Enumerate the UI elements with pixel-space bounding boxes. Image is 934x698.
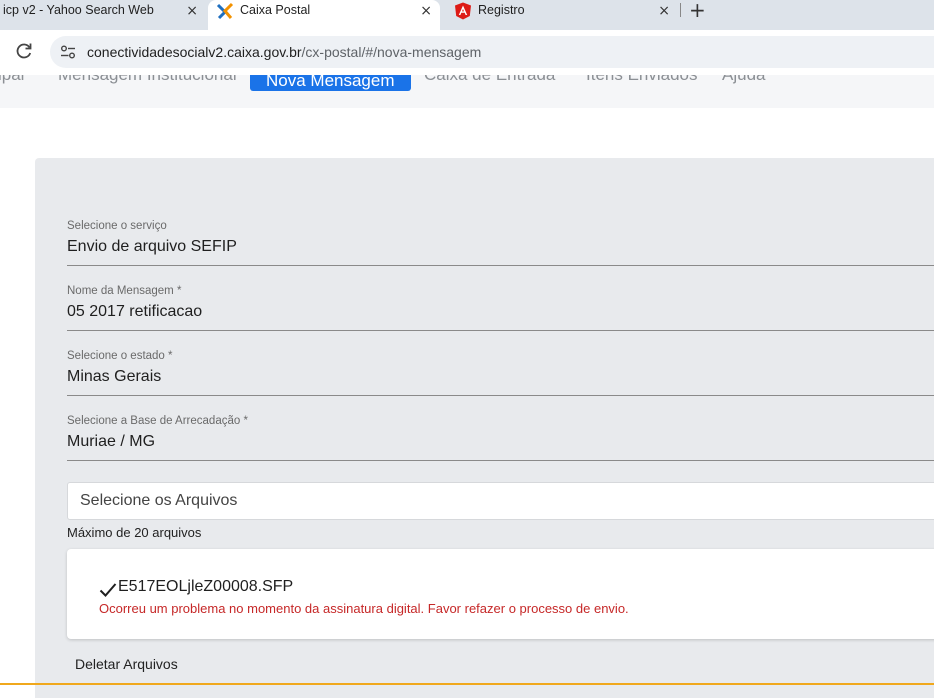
nav-item-nova-mensagem[interactable]: Nova Mensagem: [250, 75, 411, 91]
file-select-placeholder: Selecione os Arquivos: [80, 492, 238, 509]
new-tab-icon[interactable]: +: [689, 0, 706, 22]
address-bar[interactable]: conectividadesocialv2.caixa.gov.br/cx-po…: [50, 36, 934, 68]
delete-files-button[interactable]: Deletar Arquivos: [67, 654, 186, 674]
tab-close-icon[interactable]: ×: [658, 0, 670, 22]
state-value: Minas Gerais: [67, 368, 162, 385]
url-host: conectividadesocialv2.caixa.gov.br: [87, 44, 302, 60]
nav-item-ajuda[interactable]: Ajuda: [722, 75, 765, 85]
url-path: /cx-postal/#/nova-mensagem: [301, 44, 482, 60]
site-nav: ipal Mensagem Institucional Nova Mensage…: [0, 75, 934, 108]
new-message-panel: Selecione o serviço Envio de arquivo SEF…: [35, 158, 934, 698]
file-select-input[interactable]: Selecione os Arquivos: [67, 482, 934, 520]
reload-icon[interactable]: [14, 41, 34, 61]
angular-logo-icon: [455, 2, 471, 20]
state-label: Selecione o estado *: [67, 350, 173, 362]
tab-title: Registro: [478, 3, 525, 17]
file-list-card: E517EOLjleZ00008.SFP Ocorreu um problema…: [67, 549, 934, 639]
message-name-field[interactable]: Nome da Mensagem * 05 2017 retificacao: [67, 285, 934, 331]
file-name: E517EOLjleZ00008.SFP: [118, 578, 294, 595]
message-name-label: Nome da Mensagem *: [67, 285, 182, 297]
nav-item-itens-enviados[interactable]: Itens Enviados: [586, 75, 698, 85]
base-select[interactable]: Selecione a Base de Arrecadação * Muriae…: [67, 415, 934, 461]
base-value: Muriae / MG: [67, 433, 156, 450]
check-icon: [99, 583, 117, 597]
caixa-logo-icon: [216, 2, 234, 20]
tab-close-icon[interactable]: ×: [420, 0, 432, 22]
service-label: Selecione o serviço: [67, 220, 167, 232]
tab-title: icp v2 - Yahoo Search Web: [3, 3, 154, 17]
nav-item-caixa-de-entrada[interactable]: Caixa de Entrada: [424, 75, 555, 85]
service-select[interactable]: Selecione o serviço Envio de arquivo SEF…: [67, 220, 934, 266]
tab-title: Caixa Postal: [240, 3, 311, 17]
url-text: conectividadesocialv2.caixa.gov.br/cx-po…: [87, 44, 481, 60]
max-files-note: Máximo de 20 arquivos: [67, 525, 202, 540]
service-value: Envio de arquivo SEFIP: [67, 238, 237, 255]
file-error-message: Ocorreu um problema no momento da assina…: [99, 601, 629, 616]
nav-item-inicio[interactable]: ipal: [0, 75, 24, 85]
tab-separator: [680, 3, 681, 17]
state-select[interactable]: Selecione o estado * Minas Gerais: [67, 350, 934, 396]
tab-close-icon[interactable]: ×: [186, 0, 198, 22]
nav-item-mensagem-institucional[interactable]: Mensagem Institucional: [58, 75, 237, 85]
base-label: Selecione a Base de Arrecadação *: [67, 415, 248, 427]
message-name-value: 05 2017 retificacao: [67, 303, 203, 320]
browser-toolbar: conectividadesocialv2.caixa.gov.br/cx-po…: [0, 30, 934, 75]
site-settings-icon[interactable]: [60, 44, 76, 60]
